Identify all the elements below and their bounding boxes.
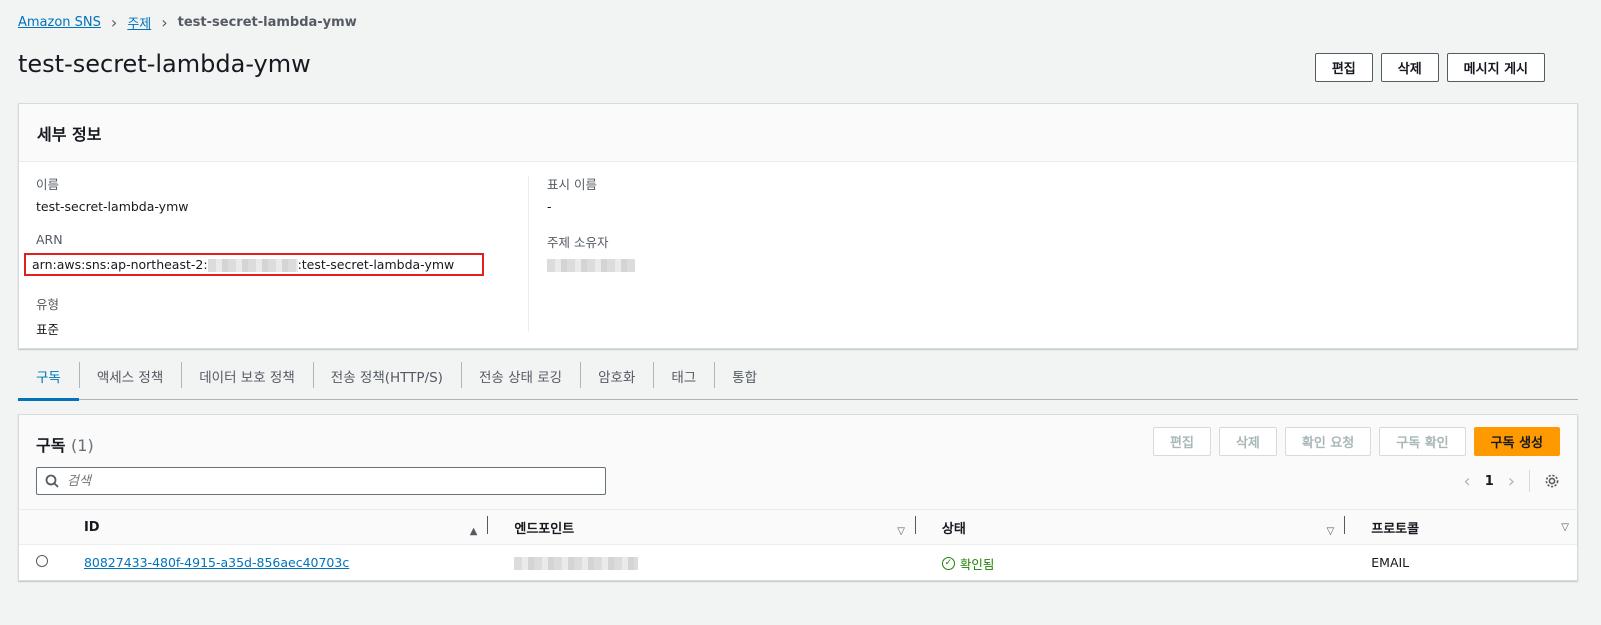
name-value: test-secret-lambda-ymw <box>36 199 189 214</box>
column-header-status[interactable]: 상태 ▽ <box>923 509 1354 545</box>
column-protocol-label: 프로토콜 <box>1371 521 1420 537</box>
subscriptions-title: 구독 (1) <box>36 432 94 456</box>
display-name-value: - <box>547 199 552 214</box>
chevron-right-icon: › <box>161 12 168 32</box>
column-header-id[interactable]: ID ▲ <box>83 509 497 545</box>
redacted-endpoint <box>514 557 639 571</box>
tab-access-policy[interactable]: 액세스 정책 <box>78 352 181 399</box>
current-page[interactable]: 1 <box>1485 474 1494 489</box>
pagination: ‹ 1 › <box>1464 470 1560 492</box>
redacted-account-id <box>207 259 298 272</box>
delete-subscription-button[interactable]: 삭제 <box>1218 427 1277 456</box>
delete-topic-button[interactable]: 삭제 <box>1380 53 1439 82</box>
subscriptions-panel: 구독 (1) 편집 삭제 확인 요청 구독 확인 구독 생성 ‹ 1 › <box>18 414 1578 581</box>
request-confirmation-button[interactable]: 확인 요청 <box>1284 427 1372 456</box>
details-panel: 세부 정보 이름 test-secret-lambda-ymw ARN arn:… <box>18 103 1578 349</box>
search-box <box>36 467 606 495</box>
sort-icon[interactable]: ▽ <box>897 526 905 537</box>
arn-highlight-box: arn:aws:sns:ap-northeast-2: :test-secret-… <box>24 253 485 276</box>
sort-icon[interactable]: ▽ <box>1561 522 1569 533</box>
edit-topic-button[interactable]: 편집 <box>1314 53 1373 82</box>
table-header-row: ID ▲ 엔드포인트 ▽ 상태 ▽ 프로토콜 ▽ <box>19 509 1577 545</box>
tab-subscriptions[interactable]: 구독 <box>18 352 79 401</box>
breadcrumb-sns[interactable]: Amazon SNS <box>18 15 101 30</box>
gear-icon[interactable] <box>1544 473 1560 489</box>
page-title: test-secret-lambda-ymw <box>18 50 311 78</box>
publish-message-button[interactable]: 메시지 게시 <box>1446 53 1545 82</box>
subscriptions-count: (1) <box>71 436 94 455</box>
arn-label: ARN <box>36 232 63 247</box>
row-select-radio[interactable] <box>36 555 48 568</box>
breadcrumb-topics[interactable]: 주제 <box>127 13 151 32</box>
confirm-subscription-button[interactable]: 구독 확인 <box>1379 427 1466 456</box>
pager-divider <box>1529 470 1530 492</box>
tab-data-protection-policy[interactable]: 데이터 보호 정책 <box>181 352 313 399</box>
sort-ascending-icon[interactable]: ▲ <box>470 526 478 537</box>
redacted-owner <box>547 259 635 272</box>
table-row: 80827433-480f-4915-a35d-856aec40703c ✓ 확인… <box>19 545 1577 581</box>
details-left-column: 이름 test-secret-lambda-ymw ARN arn:aws:sn… <box>24 174 528 356</box>
subscriptions-header: 구독 (1) 편집 삭제 확인 요청 구독 확인 구독 생성 ‹ 1 › <box>19 415 1577 509</box>
select-column-header <box>19 509 84 545</box>
subscriptions-table: ID ▲ 엔드포인트 ▽ 상태 ▽ 프로토콜 ▽ 80827433-480f-4915-… <box>19 509 1577 581</box>
column-status-label: 상태 <box>941 521 966 537</box>
topic-tabs: 구독 액세스 정책 데이터 보호 정책 전송 정책(HTTP/S) 전송 상태 … <box>18 352 1578 401</box>
column-header-protocol[interactable]: 프로토콜 ▽ <box>1353 509 1577 545</box>
column-id-label: ID <box>83 519 100 535</box>
breadcrumb-current: test-secret-lambda-ymw <box>177 15 357 30</box>
check-circle-icon: ✓ <box>941 556 955 570</box>
chevron-left-icon[interactable]: ‹ <box>1464 471 1471 492</box>
name-label: 이름 <box>36 177 60 192</box>
arn-prefix: arn:aws:sns:ap-northeast-2: <box>32 257 208 272</box>
sort-icon[interactable]: ▽ <box>1327 526 1335 537</box>
breadcrumb: Amazon SNS › 주제 › test-secret-lambda-ymw <box>18 13 357 32</box>
create-subscription-button[interactable]: 구독 생성 <box>1473 427 1560 456</box>
chevron-right-icon[interactable]: › <box>1508 471 1515 492</box>
column-divider <box>528 176 529 332</box>
arn-suffix: :test-secret-lambda-ymw <box>297 257 455 272</box>
subscription-id-link[interactable]: 80827433-480f-4915-a35d-856aec40703c <box>84 555 349 570</box>
display-name-label: 표시 이름 <box>547 177 597 192</box>
owner-label: 주제 소유자 <box>547 235 609 250</box>
search-icon <box>45 474 59 488</box>
tab-tags[interactable]: 태그 <box>653 352 714 399</box>
column-endpoint-label: 엔드포인트 <box>514 521 575 537</box>
tab-delivery-status-logging[interactable]: 전송 상태 로깅 <box>460 352 580 399</box>
type-label: 유형 <box>36 297 60 312</box>
tab-encryption[interactable]: 암호화 <box>580 352 653 399</box>
type-value: 표준 <box>36 322 60 337</box>
subscriptions-actions: 편집 삭제 확인 요청 구독 확인 구독 생성 <box>1153 427 1560 456</box>
subscriptions-title-text: 구독 <box>36 436 66 455</box>
tab-delivery-policy[interactable]: 전송 정책(HTTP/S) <box>312 352 461 399</box>
search-input[interactable] <box>67 473 567 489</box>
column-header-endpoint[interactable]: 엔드포인트 ▽ <box>496 509 924 545</box>
edit-subscription-button[interactable]: 편집 <box>1153 427 1211 456</box>
details-heading: 세부 정보 <box>19 104 1577 162</box>
header-actions: 편집 삭제 메시지 게시 <box>1314 53 1545 82</box>
tab-integrations[interactable]: 통합 <box>714 352 775 399</box>
protocol-value: EMAIL <box>1371 555 1410 571</box>
details-right-column: 표시 이름 - 주제 소유자 <box>547 174 947 290</box>
status-badge: ✓ 확인됨 <box>941 554 995 573</box>
status-text: 확인됨 <box>959 556 995 572</box>
chevron-right-icon: › <box>110 12 118 32</box>
